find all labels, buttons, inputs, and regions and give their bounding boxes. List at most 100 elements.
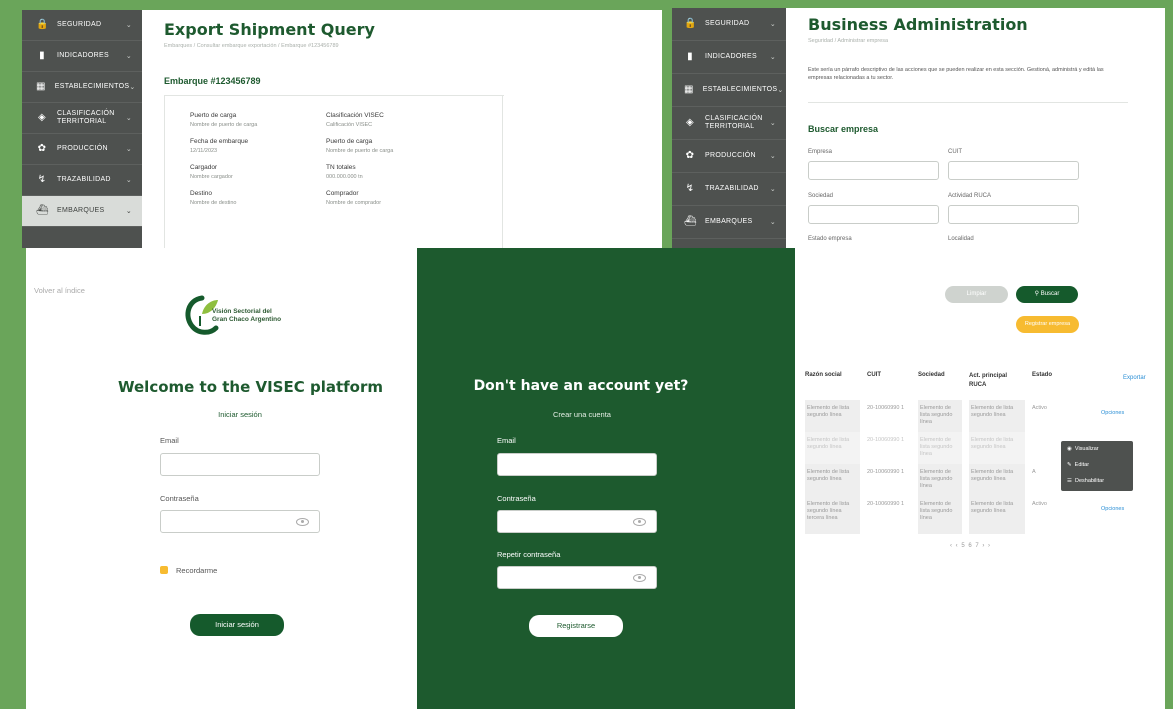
- sidebar-item-label: TRAZABILIDAD: [57, 176, 111, 183]
- detail-item: Cargador Nombre cargador: [190, 164, 326, 180]
- export-shipment-panel: 🔒 SEGURIDAD ⌄ ▮ INDICADORES ⌄ ▦ ESTABLECIMIEN…: [22, 10, 662, 248]
- sidebar-item-trazabilidad[interactable]: ↯ TRAZABILIDAD ⌄: [672, 173, 786, 206]
- logo-line-1: Visión Sectorial del: [212, 308, 272, 315]
- field-label: Sociedad: [808, 193, 834, 199]
- detail-value: Nombre de destino: [190, 200, 237, 206]
- eye-icon[interactable]: [633, 573, 646, 582]
- detail-item: Destino Nombre de destino: [190, 190, 326, 206]
- login-button[interactable]: Iniciar sesión: [190, 614, 284, 636]
- detail-label: Destino: [190, 190, 213, 197]
- sidebar-item-establecimientos[interactable]: ▦ ESTABLECIMIENTOS ⌄: [22, 72, 142, 103]
- sidebar-item-clasificacion[interactable]: ◈ CLASIFICACIÓN TERRITORIAL ⌄: [22, 103, 142, 134]
- menu-item-visualizar[interactable]: ◉ Visualizar: [1061, 441, 1133, 457]
- shipment-details: Puerto de carga Nombre de puerto de carga…: [190, 112, 450, 206]
- cell-razon: Elemento de lista segundo línea: [805, 464, 860, 496]
- sidebar-item-seguridad[interactable]: 🔒 SEGURIDAD ⌄: [22, 10, 142, 41]
- login-subtitle: Iniciar sesión: [218, 410, 262, 419]
- eye-icon[interactable]: [633, 517, 646, 526]
- cuit-input[interactable]: [948, 161, 1079, 180]
- cell-activity: Elemento de lista segundo línea: [969, 400, 1025, 432]
- detail-value: 12/11/2023: [190, 148, 218, 154]
- back-link[interactable]: Volver al índice: [34, 286, 85, 295]
- menu-item-deshabilitar[interactable]: ☰ Deshabilitar: [1061, 473, 1133, 489]
- chevron-down-icon: ⌄: [125, 146, 132, 153]
- cell-cuit: 20-10060990 1: [867, 501, 905, 507]
- repeat-password-input[interactable]: [497, 566, 657, 589]
- cell-activity: Elemento de lista segundo línea: [969, 464, 1025, 496]
- repeat-password-label: Repetir contraseña: [497, 550, 561, 559]
- breadcrumb: Seguridad / Administrar empresa: [808, 38, 889, 44]
- sidebar-item-indicadores[interactable]: ▮ INDICADORES ⌄: [672, 41, 786, 74]
- ruca-activity-input[interactable]: [948, 205, 1079, 224]
- detail-value: Calificación VISEC: [326, 122, 373, 128]
- search-button[interactable]: ⚲ Buscar: [1016, 286, 1078, 303]
- chevron-down-icon: ⌄: [777, 87, 784, 94]
- sidebar-item-label: INDICADORES: [705, 53, 757, 60]
- table-row[interactable]: Elemento de lista segundo línea tercera …: [805, 496, 1161, 534]
- sidebar-item-label: INDICADORES: [57, 52, 109, 59]
- cell-sociedad: Elemento de lista segundo línea: [918, 464, 962, 496]
- cell-activity: Elemento de lista segundo línea: [969, 432, 1025, 464]
- lock-icon: 🔒: [36, 19, 49, 30]
- chevron-down-icon: ⌄: [125, 115, 132, 122]
- shipment-id: Embarque #123456789: [164, 76, 261, 86]
- register-company-button[interactable]: Registrar empresa: [1016, 316, 1079, 333]
- sidebar-item-trazabilidad[interactable]: ↯ TRAZABILIDAD ⌄: [22, 165, 142, 196]
- menu-item-editar[interactable]: ✎ Editar: [1061, 457, 1133, 473]
- sidebar-item-indicadores[interactable]: ▮ INDICADORES ⌄: [22, 41, 142, 72]
- column-header: Estado: [1032, 372, 1053, 378]
- logo-line-2: Gran Chaco Argentino: [212, 316, 282, 323]
- divider: [164, 95, 165, 248]
- pagination[interactable]: ‹ ‹ 5 6 7 › ›: [950, 543, 991, 549]
- society-input[interactable]: [808, 205, 939, 224]
- detail-label: Puerto de carga: [190, 112, 237, 119]
- chevron-down-icon: ⌄: [125, 22, 132, 29]
- sidebar-item-label: ESTABLECIMIENTOS: [54, 83, 130, 90]
- detail-label: Cargador: [190, 164, 218, 171]
- detail-item: Clasificación VISEC Calificación VISEC: [326, 112, 450, 128]
- business-admin-top-panel: 🔒 SEGURIDAD ⌄ ▮ INDICADORES ⌄ ▦ ESTABLECIMIEN…: [672, 8, 1165, 248]
- sidebar-item-produccion[interactable]: ✿ PRODUCCIÓN ⌄: [672, 140, 786, 173]
- eye-icon: ◉: [1067, 446, 1072, 452]
- options-link[interactable]: Opciones: [1083, 400, 1133, 432]
- lock-icon: 🔒: [684, 18, 697, 29]
- field-label: Actividad RUCA: [948, 193, 992, 199]
- sidebar-item-clasificacion[interactable]: ◈ CLASIFICACIÓN TERRITORIAL ⌄: [672, 107, 786, 140]
- cell-estado: Activo: [1032, 501, 1047, 507]
- detail-label: Comprador: [326, 190, 359, 197]
- register-button[interactable]: Registrarse: [529, 615, 623, 637]
- export-link[interactable]: Exportar: [1123, 375, 1146, 381]
- table-row[interactable]: Elemento de lista segundo línea 20-10060…: [805, 400, 1161, 432]
- sidebar-item-label: PRODUCCIÓN: [705, 152, 756, 159]
- sidebar-item-produccion[interactable]: ✿ PRODUCCIÓN ⌄: [22, 134, 142, 165]
- detail-label: Puerto de carga: [326, 138, 373, 145]
- cell-razon: Elemento de lista segundo línea: [805, 400, 860, 432]
- signup-password-input[interactable]: [497, 510, 657, 533]
- ruca-activity-field: Actividad RUCA: [948, 193, 1079, 224]
- locality-field: Localidad: [948, 236, 1079, 248]
- sidebar-item-label: ESTABLECIMIENTOS: [702, 86, 778, 93]
- divider: [502, 95, 503, 248]
- chevron-down-icon: ⌄: [769, 153, 776, 160]
- sidebar-item-establecimientos[interactable]: ▦ ESTABLECIMIENTOS ⌄: [672, 74, 786, 107]
- page-title: Business Administration: [808, 15, 1028, 34]
- sidebar-item-embarques[interactable]: ⛴ EMBARQUES ⌄: [22, 196, 142, 227]
- sidebar-item-seguridad[interactable]: 🔒 SEGURIDAD ⌄: [672, 8, 786, 41]
- eye-icon[interactable]: [296, 517, 309, 526]
- column-header: CUIT: [867, 372, 881, 378]
- company-field: Empresa: [808, 149, 939, 180]
- company-input[interactable]: [808, 161, 939, 180]
- options-link[interactable]: Opciones: [1083, 496, 1133, 534]
- clear-button[interactable]: Limpiar: [945, 286, 1008, 303]
- sidebar-item-embarques[interactable]: ⛴ EMBARQUES ⌄: [672, 206, 786, 239]
- breadcrumb: Embarques / Consultar embarque exportaci…: [164, 43, 339, 49]
- map-icon: ◈: [38, 112, 46, 123]
- building-icon: ▦: [684, 84, 694, 95]
- sidebar-item-label: SEGURIDAD: [705, 20, 750, 27]
- sprout-icon: ✿: [685, 150, 695, 161]
- signup-email-input[interactable]: [497, 453, 657, 476]
- email-input[interactable]: [160, 453, 320, 476]
- password-input[interactable]: [160, 510, 320, 533]
- remember-checkbox[interactable]: [160, 566, 168, 574]
- field-label: CUIT: [948, 149, 962, 155]
